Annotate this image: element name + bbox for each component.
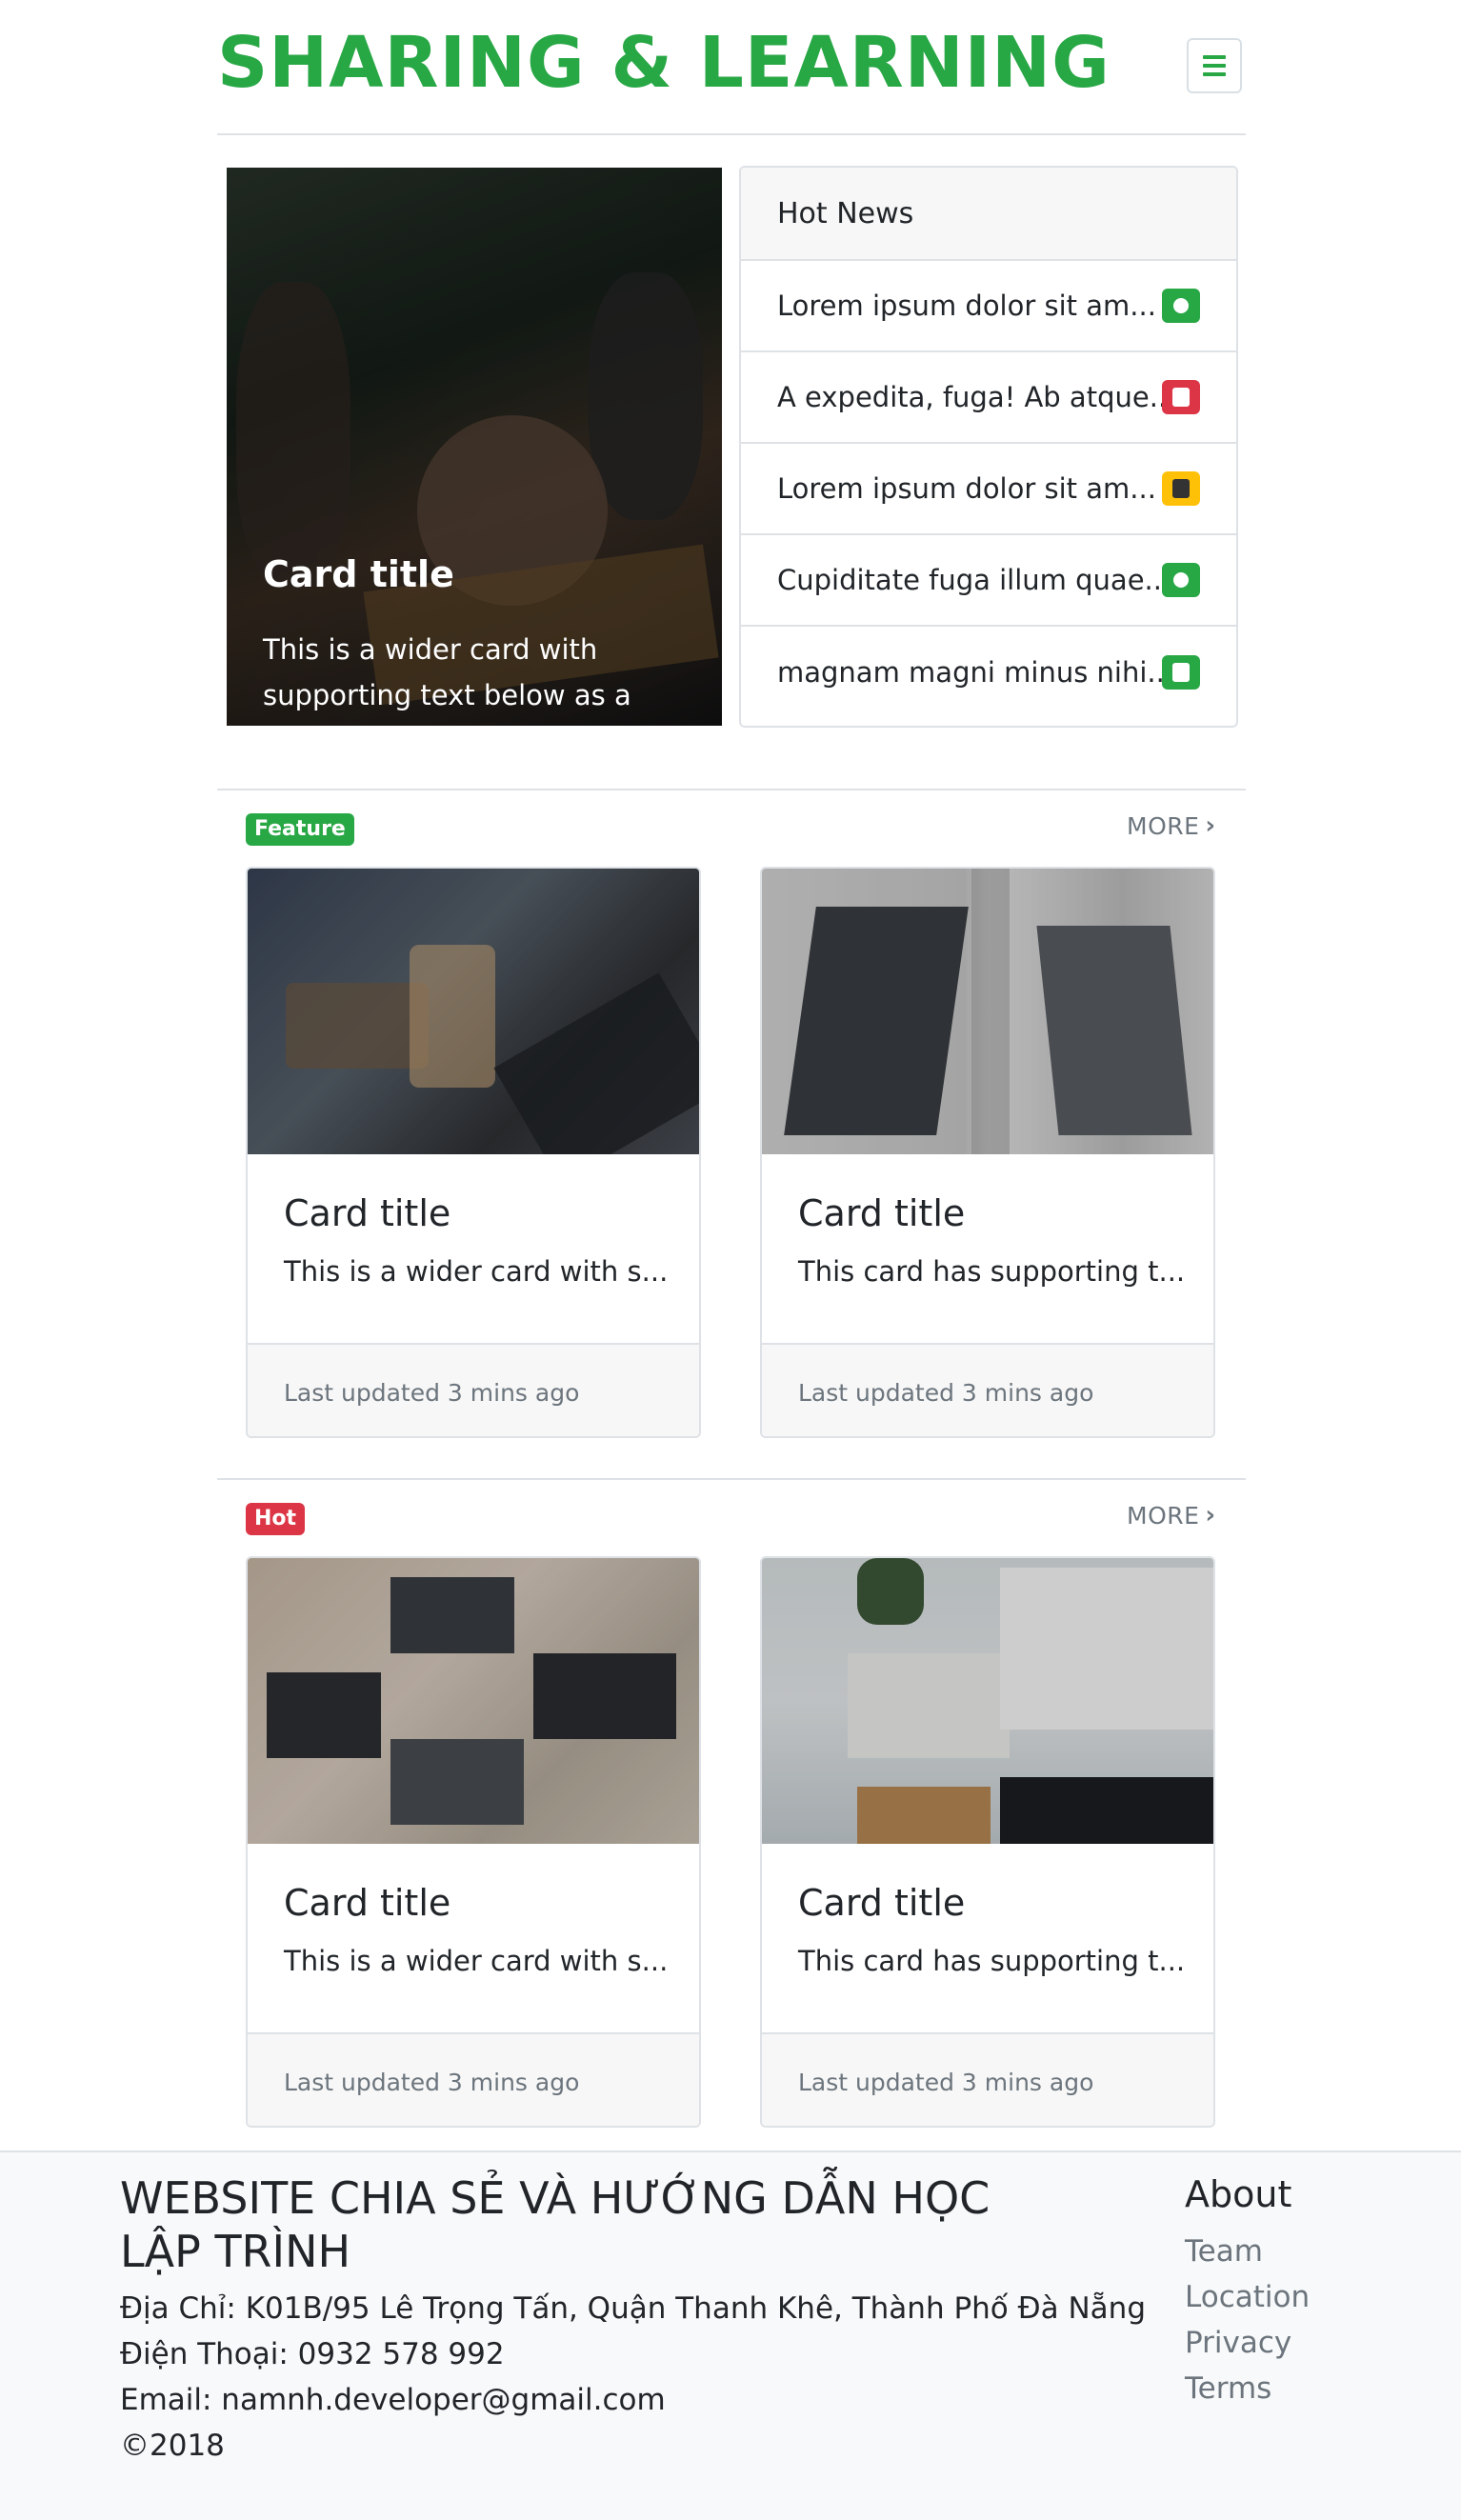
nodejs-icon [1162,563,1200,597]
chevron-right-icon: › [1205,811,1216,840]
footer-title: WEBSITE CHIA SẺ VÀ HƯỚNG DẪN HỌC LẬP TRÌ… [120,2172,991,2277]
news-item-text: Cupiditate fuga illum quae... [777,564,1162,596]
card-text: This is a wider card with s... [284,1255,669,1288]
hero-card-text: This is a wider card with supporting tex… [263,633,647,726]
footer-link-privacy[interactable]: Privacy [1185,2326,1291,2360]
news-item[interactable]: Lorem ipsum dolor sit am... [741,444,1236,535]
html5-icon [1162,655,1200,690]
section-divider [217,789,1246,790]
html5-icon [1162,380,1200,414]
hero-card-title: Card title [263,553,454,595]
more-link-label: MORE [1127,811,1200,840]
footer-link-team[interactable]: Team [1185,2234,1263,2269]
card-text: This card has supporting t... [798,1255,1186,1288]
news-item[interactable]: Cupiditate fuga illum quae... [741,535,1236,627]
hero-card[interactable]: Card title This is a wider card with sup… [227,168,722,726]
footer-copyright: ©2018 [120,2429,225,2463]
site-footer: WEBSITE CHIA SẺ VÀ HƯỚNG DẪN HỌC LẬP TRÌ… [0,2150,1461,2520]
more-link[interactable]: MORE › [1127,1501,1216,1530]
card-image [248,1558,699,1844]
footer-email: Email: namnh.developer@gmail.com [120,2383,666,2417]
hot-news-header: Hot News [741,168,1236,261]
footer-phone: Điện Thoại: 0932 578 992 [120,2337,505,2371]
menu-toggle-button[interactable] [1187,38,1242,93]
site-title[interactable]: SHARING & LEARNING [217,17,1111,109]
card-title: Card title [798,1882,966,1924]
card-image [248,869,699,1154]
card-title: Card title [798,1192,966,1234]
nodejs-icon [1162,289,1200,323]
hamburger-icon [1203,55,1226,59]
card-footer: Last updated 3 mins ago [248,2034,699,2126]
article-card[interactable]: Card title This is a wider card with s..… [246,1556,701,2128]
footer-address: Địa Chỉ: K01B/95 Lê Trọng Tấn, Quận Than… [120,2291,1146,2326]
news-item[interactable]: A expedita, fuga! Ab atque... [741,352,1236,444]
card-title: Card title [284,1192,451,1234]
news-item[interactable]: Lorem ipsum dolor sit am... [741,261,1236,352]
card-text: This card has supporting t... [798,1945,1186,1977]
card-footer: Last updated 3 mins ago [762,1345,1213,1436]
article-card[interactable]: Card title This card has supporting t...… [760,867,1215,1438]
news-item-text: Lorem ipsum dolor sit am... [777,472,1156,505]
card-title: Card title [284,1882,451,1924]
card-footer: Last updated 3 mins ago [762,2034,1213,2126]
more-link[interactable]: MORE › [1127,811,1216,840]
card-footer: Last updated 3 mins ago [248,1345,699,1436]
article-card[interactable]: Card title This is a wider card with s..… [246,867,701,1438]
section-divider [217,1478,1246,1480]
card-image [762,869,1213,1154]
footer-about-title: About [1185,2173,1292,2215]
news-item-text: A expedita, fuga! Ab atque... [777,381,1162,413]
card-text: This is a wider card with s... [284,1945,669,1977]
feature-badge: Feature [246,813,354,846]
article-card[interactable]: Card title This card has supporting t...… [760,1556,1215,2128]
js-icon [1162,471,1200,506]
chevron-right-icon: › [1205,1501,1216,1530]
footer-link-terms[interactable]: Terms [1185,2371,1271,2406]
news-item-text: magnam magni minus nihi... [777,656,1162,689]
header-divider [217,133,1246,135]
card-image [762,1558,1213,1844]
news-item[interactable]: magnam magni minus nihi... [741,627,1236,718]
hot-badge: Hot [246,1503,306,1535]
news-item-text: Lorem ipsum dolor sit am... [777,290,1156,322]
more-link-label: MORE [1127,1501,1200,1530]
footer-link-location[interactable]: Location [1185,2280,1310,2314]
hot-news-list: Hot News Lorem ipsum dolor sit am... A e… [739,166,1238,728]
